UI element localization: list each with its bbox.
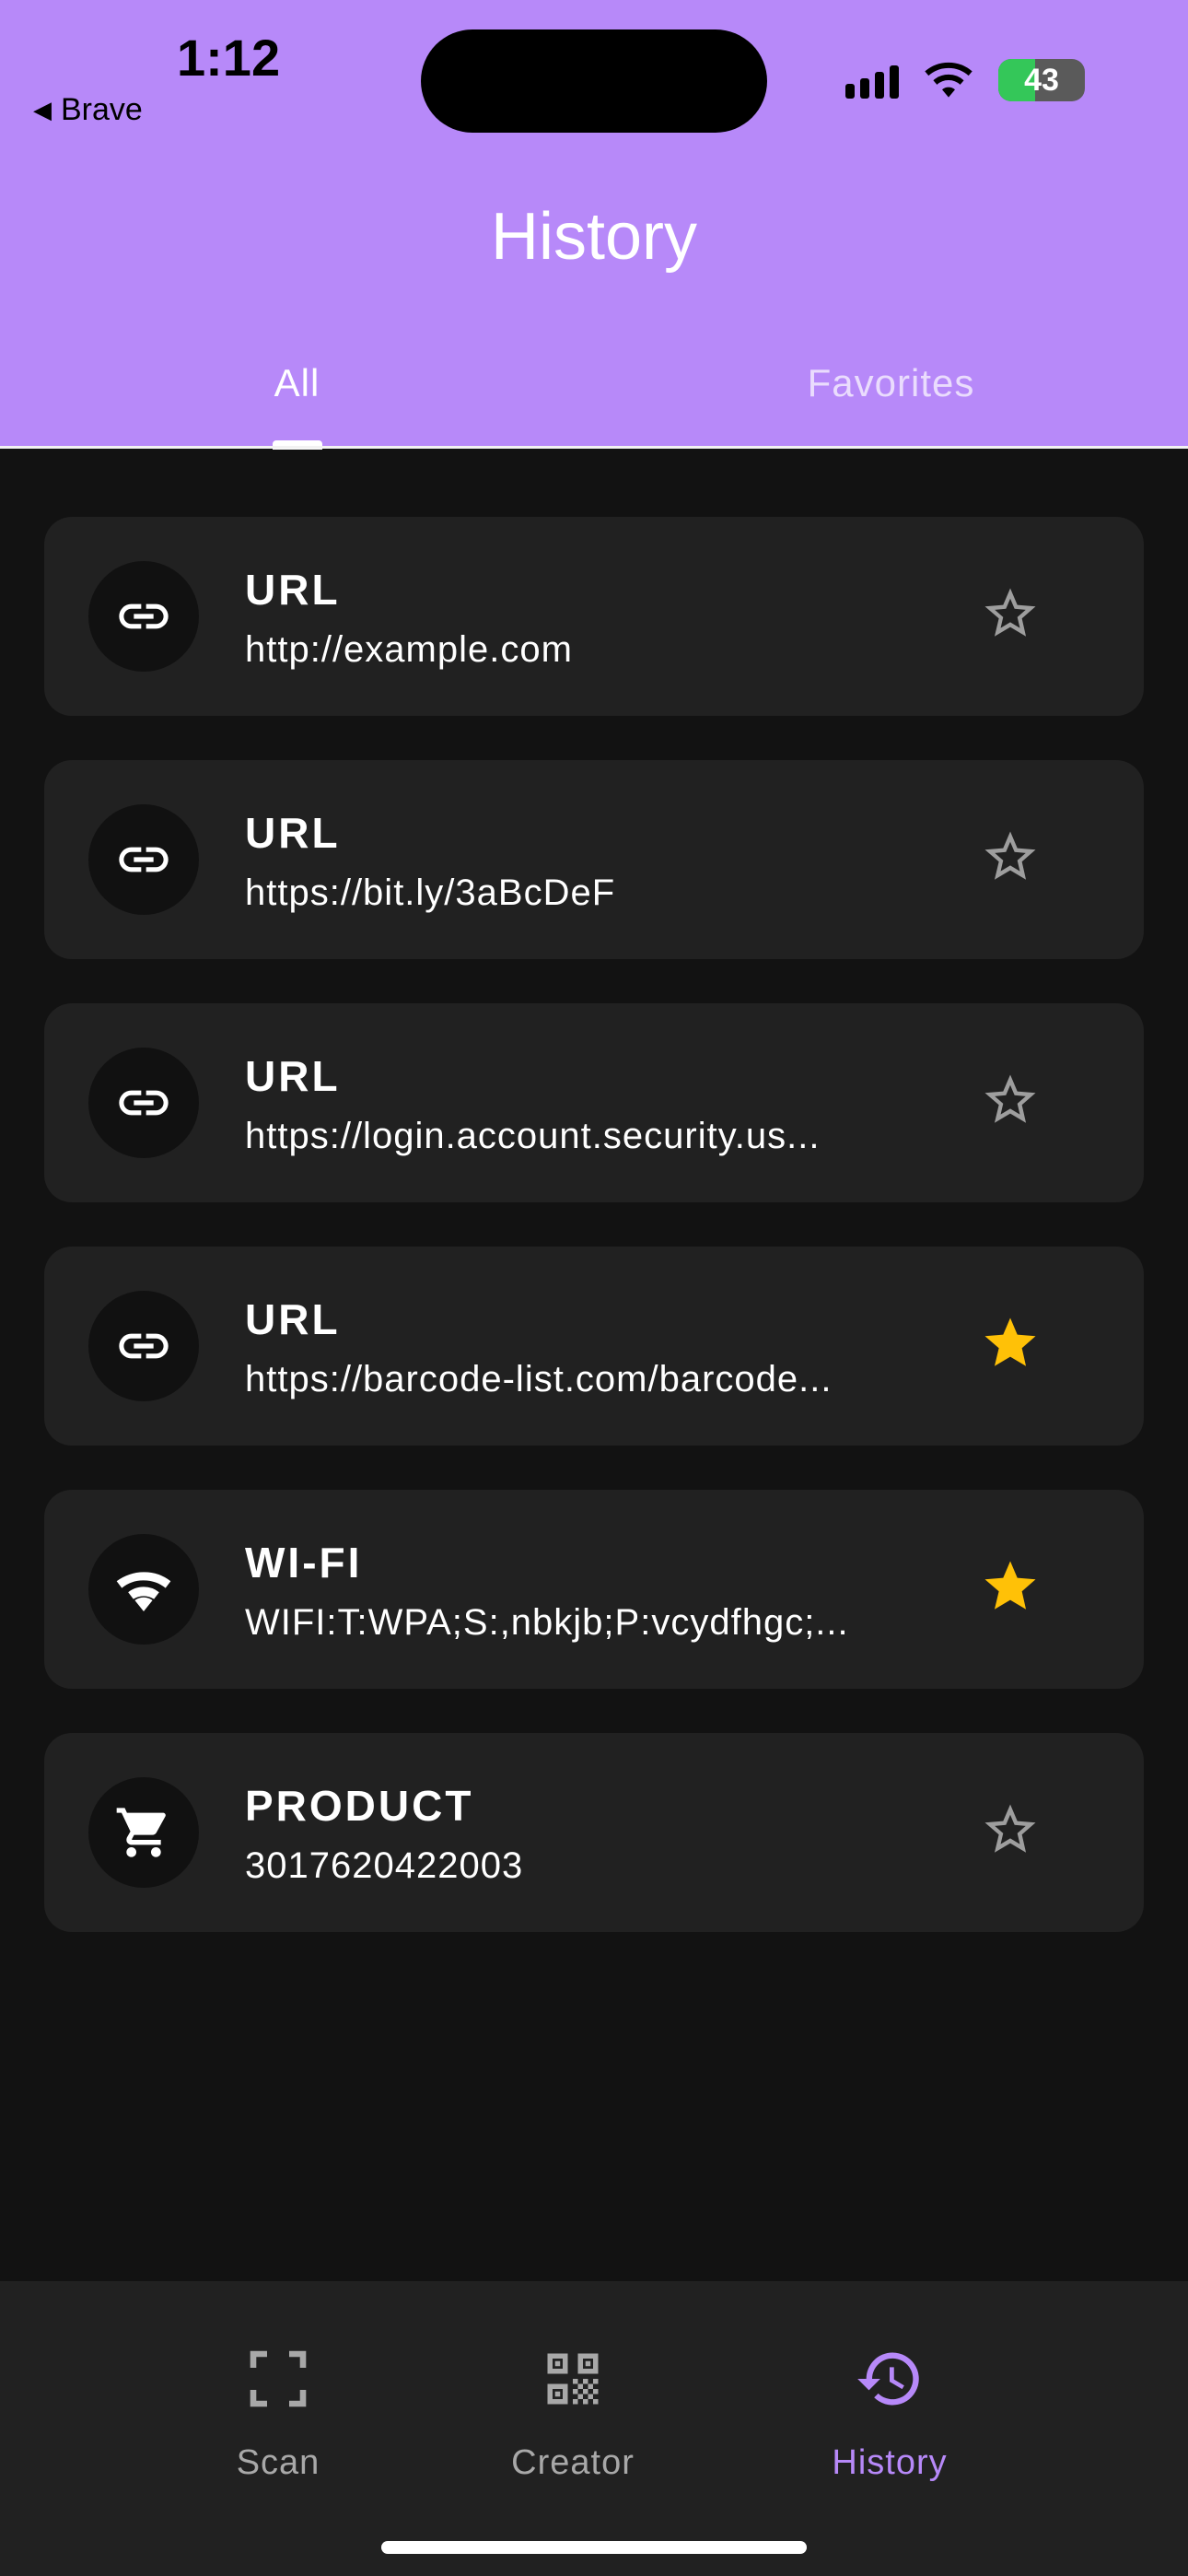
cellular-signal-icon xyxy=(845,62,899,99)
dynamic-island xyxy=(421,29,767,133)
nav-scan-label: Scan xyxy=(236,2443,320,2482)
back-app-label: Brave xyxy=(61,92,143,127)
nav-scan[interactable]: Scan xyxy=(140,2342,416,2483)
page-title: History xyxy=(490,200,697,274)
link-icon xyxy=(88,1291,199,1401)
nav-history[interactable]: History xyxy=(751,2342,1028,2483)
history-icon xyxy=(751,2342,1028,2416)
star-outline-icon[interactable] xyxy=(980,1070,1041,1130)
nav-history-label: History xyxy=(832,2443,948,2482)
back-to-app-button[interactable]: ◀ Brave xyxy=(33,92,143,128)
link-icon xyxy=(88,804,199,915)
star-outline-icon[interactable] xyxy=(980,826,1041,887)
star-filled-icon[interactable] xyxy=(980,1556,1041,1617)
tab-divider xyxy=(0,446,1188,449)
status-time: 1:12 xyxy=(177,29,281,87)
history-item[interactable]: URL https://bit.ly/3aBcDeF xyxy=(44,760,1144,959)
link-icon xyxy=(88,561,199,672)
item-type: WI-FI xyxy=(245,1539,363,1587)
item-value: http://example.com xyxy=(245,629,573,670)
tab-all[interactable]: All xyxy=(0,361,594,405)
bottom-navigation: Scan Creator History xyxy=(0,2281,1188,2576)
cart-icon xyxy=(88,1777,199,1888)
app-header: 1:12 ◀ Brave 43 History All Favorites xyxy=(0,0,1188,450)
item-value: WIFI:T:WPA;S:,nbkjb;P:vcydfhgc;... xyxy=(245,1602,849,1643)
home-indicator xyxy=(381,2541,807,2554)
battery-percentage: 43 xyxy=(1024,62,1059,98)
star-outline-icon[interactable] xyxy=(980,583,1041,644)
star-filled-icon[interactable] xyxy=(980,1313,1041,1374)
history-item[interactable]: WI-FI WIFI:T:WPA;S:,nbkjb;P:vcydfhgc;... xyxy=(44,1490,1144,1689)
item-value: https://login.account.security.us... xyxy=(245,1116,821,1156)
history-list: URL http://example.com URL https://bit.l… xyxy=(44,517,1144,1976)
history-item[interactable]: URL http://example.com xyxy=(44,517,1144,716)
item-type: URL xyxy=(245,566,341,614)
status-icons: 43 xyxy=(845,59,1085,101)
item-type: URL xyxy=(245,1052,341,1100)
item-value: https://barcode-list.com/barcode... xyxy=(245,1359,833,1399)
item-value: https://bit.ly/3aBcDeF xyxy=(245,872,616,913)
item-type: URL xyxy=(245,1295,341,1343)
tab-favorites[interactable]: Favorites xyxy=(594,361,1188,405)
link-icon xyxy=(88,1048,199,1158)
history-item[interactable]: URL https://login.account.security.us... xyxy=(44,1003,1144,1202)
nav-creator[interactable]: Creator xyxy=(435,2342,711,2483)
nav-creator-label: Creator xyxy=(511,2443,635,2482)
wifi-icon xyxy=(88,1534,199,1645)
tab-bar: All Favorites xyxy=(0,348,1188,450)
wifi-status-icon xyxy=(925,62,973,98)
back-triangle-icon: ◀ xyxy=(33,96,52,123)
item-value: 3017620422003 xyxy=(245,1845,524,1886)
qr-code-icon xyxy=(435,2342,711,2416)
history-item[interactable]: URL https://barcode-list.com/barcode... xyxy=(44,1247,1144,1446)
item-type: URL xyxy=(245,809,341,857)
battery-icon: 43 xyxy=(998,59,1085,101)
history-item[interactable]: PRODUCT 3017620422003 xyxy=(44,1733,1144,1932)
scan-icon xyxy=(140,2342,416,2416)
item-type: PRODUCT xyxy=(245,1782,474,1830)
star-outline-icon[interactable] xyxy=(980,1799,1041,1860)
history-screen: 1:12 ◀ Brave 43 History All Favorites UR… xyxy=(0,0,1188,2576)
